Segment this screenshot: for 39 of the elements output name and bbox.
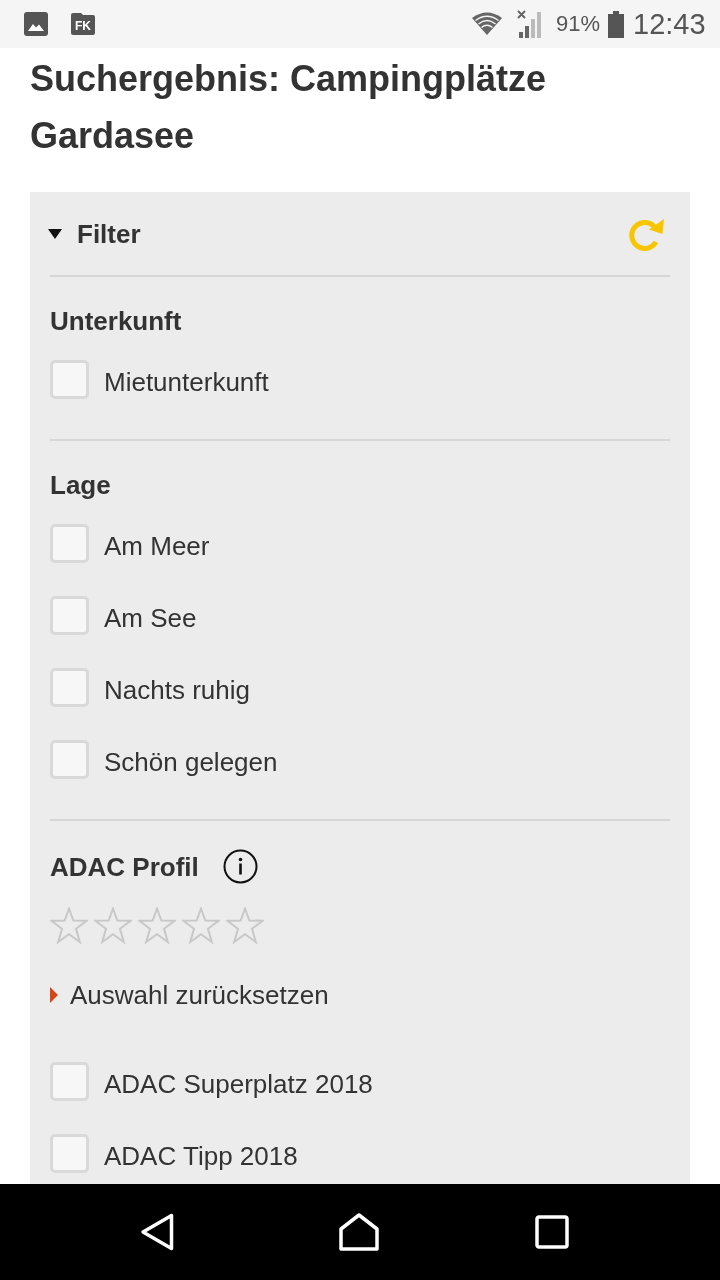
page-title: Suchergebnis: Campingplätze Gardasee: [30, 57, 548, 158]
clock: 12:43: [633, 7, 706, 41]
option-label[interactable]: Am See: [104, 602, 197, 634]
section-heading: Lage: [50, 469, 111, 501]
option-label[interactable]: ADAC Tipp 2018: [104, 1140, 298, 1172]
star-icon[interactable]: [138, 907, 176, 944]
star-icon[interactable]: [50, 907, 88, 944]
filter-toggle[interactable]: Filter: [77, 217, 141, 250]
option-label[interactable]: Nachts ruhig: [104, 674, 250, 706]
checkbox[interactable]: [50, 1061, 89, 1101]
star-icon[interactable]: [226, 907, 264, 944]
battery-percentage: 91%: [556, 10, 601, 38]
caret-right-icon: [50, 987, 58, 1003]
home-icon[interactable]: [339, 1213, 379, 1251]
star-icon[interactable]: [94, 907, 132, 944]
option-label[interactable]: ADAC Superplatz 2018: [104, 1068, 373, 1100]
checkbox[interactable]: [50, 667, 89, 707]
info-icon[interactable]: [222, 849, 258, 884]
signal-icon: [517, 10, 541, 38]
folder-app-icon: FK: [70, 12, 96, 36]
star-rating[interactable]: [50, 907, 264, 944]
gallery-icon: [24, 12, 48, 36]
section-heading: Unterkunft: [50, 305, 182, 337]
checkbox[interactable]: [50, 1133, 89, 1173]
checkbox[interactable]: [50, 359, 89, 399]
reset-link[interactable]: Auswahl zurücksetzen: [70, 979, 329, 1011]
recent-apps-icon[interactable]: [535, 1215, 569, 1249]
wifi-icon: [472, 12, 502, 36]
option-label[interactable]: Mietunterkunft: [104, 366, 269, 398]
back-icon[interactable]: [140, 1213, 174, 1251]
checkbox[interactable]: [50, 595, 89, 635]
battery-icon: [608, 10, 625, 38]
star-icon[interactable]: [182, 907, 220, 944]
checkbox[interactable]: [50, 523, 89, 563]
option-label[interactable]: Am Meer: [104, 530, 210, 562]
checkbox[interactable]: [50, 739, 89, 779]
option-label[interactable]: Schön gelegen: [104, 746, 278, 778]
section-heading: ADAC Profil: [50, 850, 199, 883]
caret-down-icon[interactable]: [48, 228, 62, 239]
